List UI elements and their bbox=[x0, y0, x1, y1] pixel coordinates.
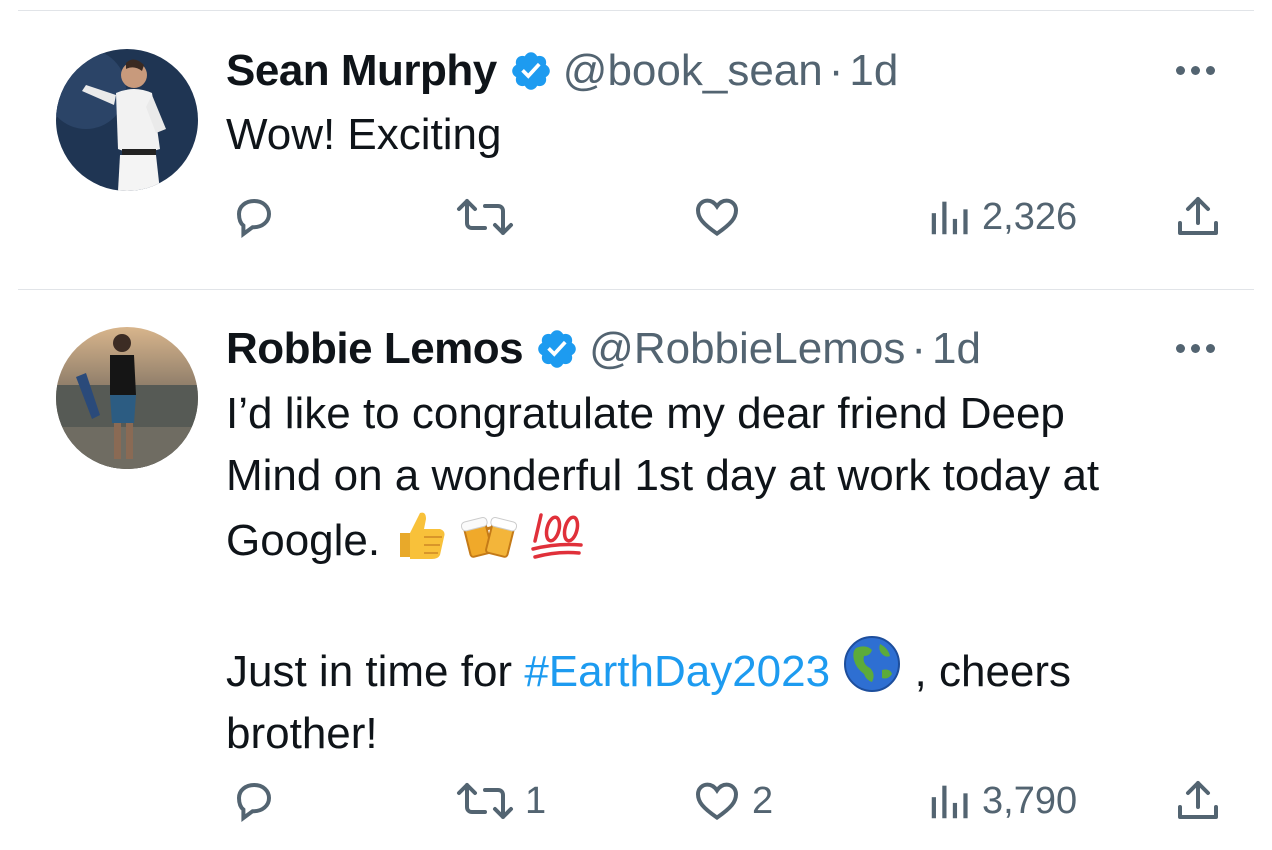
avatar[interactable] bbox=[56, 49, 198, 191]
share-icon bbox=[1178, 781, 1218, 819]
like-count: 2 bbox=[752, 779, 774, 822]
author-handle[interactable]: @RobbieLemos bbox=[589, 323, 905, 375]
views-button[interactable]: 3,790 bbox=[926, 777, 1077, 825]
clinking-beer-mugs-emoji bbox=[460, 517, 517, 558]
avatar-photo bbox=[56, 327, 198, 469]
separator-dot: · bbox=[828, 46, 844, 95]
verified-badge-icon bbox=[511, 52, 550, 90]
share-button[interactable] bbox=[1174, 193, 1222, 241]
like-button[interactable] bbox=[692, 193, 752, 241]
views-chart-icon bbox=[931, 201, 968, 235]
tweet-text-line: Wow! Exciting bbox=[226, 110, 502, 159]
verified-badge-icon bbox=[538, 330, 576, 368]
retweet-icon bbox=[457, 783, 513, 819]
tweet-divider bbox=[18, 289, 1254, 290]
tweet-actions: 2,326 bbox=[0, 193, 1272, 243]
author-handle[interactable]: @book_sean bbox=[563, 45, 823, 97]
retweet-icon bbox=[457, 199, 513, 235]
retweet-button[interactable]: 1 bbox=[455, 777, 546, 825]
share-icon bbox=[1178, 197, 1218, 235]
author-name[interactable]: Robbie Lemos bbox=[226, 323, 524, 375]
more-dot-icon bbox=[1191, 65, 1200, 75]
reply-icon bbox=[236, 198, 272, 238]
tweet-actions: 1 2 3,790 bbox=[0, 777, 1272, 827]
tweet-text-line: brother! bbox=[226, 709, 378, 758]
tweet-text-line: Mind on a wonderful 1st day at work toda… bbox=[226, 451, 1100, 500]
tweet-text-fragment: Just in time for bbox=[226, 647, 525, 696]
views-button[interactable]: 2,326 bbox=[926, 193, 1077, 241]
views-count: 2,326 bbox=[982, 195, 1078, 238]
tweet-text-fragment: , cheers bbox=[902, 647, 1072, 696]
globe-americas-emoji bbox=[844, 636, 901, 692]
top-divider bbox=[18, 10, 1254, 11]
retweet-button[interactable] bbox=[455, 193, 525, 241]
more-options-button[interactable] bbox=[1176, 338, 1224, 358]
more-dot-icon bbox=[1206, 343, 1215, 353]
reply-icon bbox=[236, 782, 272, 822]
author-name[interactable]: Sean Murphy bbox=[226, 45, 497, 97]
separator-dot: · bbox=[911, 324, 926, 373]
hundred-points-emoji bbox=[531, 513, 583, 559]
views-count: 3,790 bbox=[982, 779, 1078, 822]
avatar-photo bbox=[56, 49, 198, 191]
heart-icon bbox=[695, 198, 739, 237]
thumbs-up-emoji bbox=[400, 512, 445, 559]
avatar[interactable] bbox=[56, 327, 198, 469]
like-button[interactable]: 2 bbox=[692, 777, 773, 825]
share-button[interactable] bbox=[1174, 777, 1222, 825]
more-options-button[interactable] bbox=[1176, 60, 1224, 80]
retweet-count: 1 bbox=[525, 779, 547, 822]
tweet-text-line: I’d like to congratulate my dear friend … bbox=[226, 389, 1065, 438]
tweet-text-line: Google. bbox=[226, 507, 1226, 572]
more-dot-icon bbox=[1176, 343, 1185, 353]
views-chart-icon bbox=[931, 785, 968, 819]
timestamp[interactable]: 1d bbox=[932, 323, 981, 375]
tweet-header: Robbie Lemos @RobbieLemos · 1d bbox=[226, 323, 981, 375]
reply-button[interactable] bbox=[230, 777, 288, 825]
tweet-text-line: Just in time for #EarthDay2023 , cheers bbox=[226, 634, 1226, 703]
tweet-text: I’d like to congratulate my dear friend … bbox=[226, 383, 1226, 765]
tweet-text: Wow! Exciting bbox=[226, 104, 1226, 166]
reply-button[interactable] bbox=[230, 193, 288, 241]
heart-icon bbox=[695, 782, 739, 821]
more-dot-icon bbox=[1176, 65, 1185, 75]
tweet-text-fragment: Google. bbox=[226, 516, 381, 565]
more-dot-icon bbox=[1206, 65, 1215, 75]
timestamp[interactable]: 1d bbox=[849, 45, 898, 97]
hashtag-link[interactable]: #EarthDay2023 bbox=[524, 647, 830, 696]
tweet-header: Sean Murphy @book_sean · 1d bbox=[226, 45, 898, 97]
more-dot-icon bbox=[1191, 343, 1200, 353]
